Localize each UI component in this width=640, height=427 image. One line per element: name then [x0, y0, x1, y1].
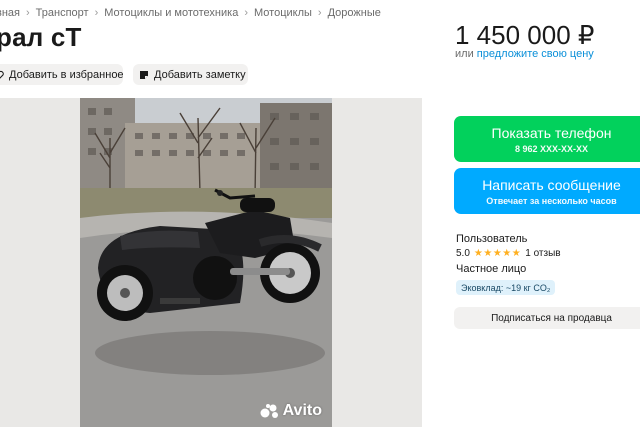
add-to-favorites-label: Добавить в избранное	[9, 68, 124, 81]
write-message-label: Написать сообщение	[482, 176, 621, 193]
add-to-favorites-button[interactable]: Добавить в избранное	[0, 64, 124, 85]
note-icon	[139, 70, 149, 80]
seller-type: Частное лицо	[456, 263, 527, 275]
eco-badge[interactable]: Эковклад: ~19 кг CO₂	[456, 280, 556, 295]
watermark-text: Avito	[282, 402, 322, 419]
breadcrumb-separator: ›	[317, 7, 322, 19]
phone-number: 8 962 XXX-XX-XX	[514, 143, 589, 154]
seller-name[interactable]: Пользователь	[456, 233, 527, 245]
breadcrumb: вная › Транспорт › Мотоциклы и мототехни…	[0, 6, 381, 20]
listing-price: 1 450 000 ₽	[455, 20, 595, 50]
reviews-count[interactable]: 1 отзыв	[525, 248, 560, 259]
breadcrumb-separator: ›	[26, 7, 30, 19]
seller-rating[interactable]: 5.0 ★★★★★ 1 отзыв	[456, 248, 561, 259]
breadcrumb-motorcycles[interactable]: Мотоциклы	[254, 7, 312, 19]
breadcrumb-transport[interactable]: Транспорт	[36, 7, 89, 19]
add-note-button[interactable]: Добавить заметку	[133, 64, 248, 85]
watermark: Avito	[260, 402, 322, 420]
listing-title: рал сТ	[0, 22, 82, 52]
response-time: Отвечает за несколько часов	[486, 195, 617, 206]
show-phone-button[interactable]: Показать телефон 8 962 XXX-XX-XX	[454, 116, 640, 162]
main-photo[interactable]: Avito	[80, 98, 332, 427]
motorcycle-photo	[80, 98, 332, 427]
breadcrumb-home[interactable]: вная	[0, 7, 20, 19]
breadcrumb-separator: ›	[244, 7, 248, 19]
add-note-label: Добавить заметку	[154, 68, 246, 81]
show-phone-label: Показать телефон	[491, 124, 612, 141]
photo-gallery[interactable]: Avito	[0, 98, 422, 427]
breadcrumb-separator: ›	[94, 7, 99, 19]
rating-stars-icon: ★★★★★	[473, 248, 522, 259]
price-hint-prefix: или	[455, 48, 474, 60]
breadcrumb-road[interactable]: Дорожные	[328, 7, 381, 19]
rating-value: 5.0	[456, 248, 470, 259]
write-message-button[interactable]: Написать сообщение Отвечает за несколько…	[454, 168, 640, 214]
heart-icon	[0, 70, 4, 80]
price-hint: или предложите свою цену	[455, 48, 594, 60]
subscribe-seller-button[interactable]: Подписаться на продавца	[454, 307, 640, 329]
breadcrumb-moto-tech[interactable]: Мотоциклы и мототехника	[104, 7, 238, 19]
offer-price-link[interactable]: предложите свою цену	[477, 48, 594, 60]
avito-logo-icon	[260, 403, 280, 419]
